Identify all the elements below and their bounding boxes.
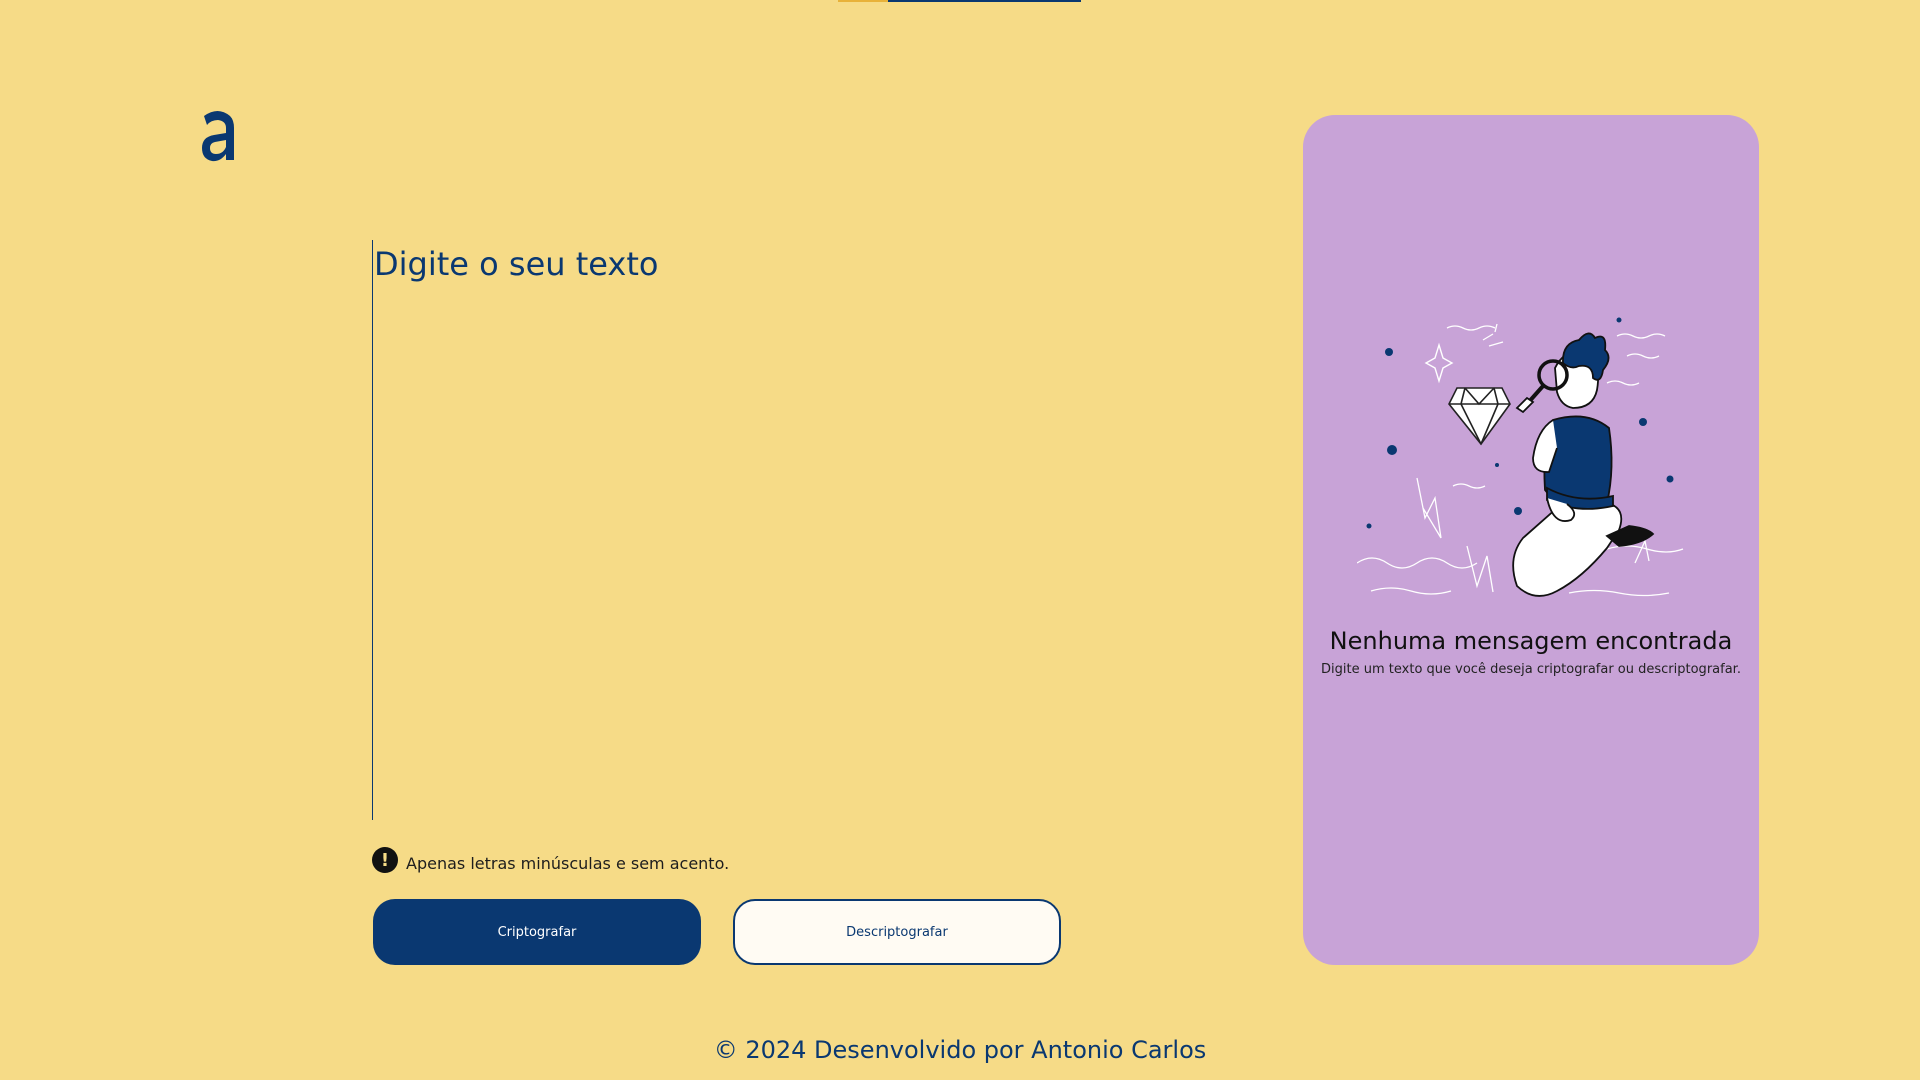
output-panel: Nenhuma mensagem encontrada Digite um te… (1303, 115, 1759, 965)
exclamation-circle-icon: ! (372, 847, 398, 873)
person-magnifying-glass-illustration (1357, 317, 1684, 597)
encrypt-button[interactable]: Criptografar (373, 899, 701, 965)
alura-logo-icon (202, 111, 234, 162)
output-title: Nenhuma mensagem encontrada (1329, 627, 1733, 655)
top-strip-accent (838, 0, 888, 2)
output-subtitle: Digite um texto que você deseja criptogr… (1321, 662, 1741, 677)
hint-text: Apenas letras minúsculas e sem acento. (406, 853, 730, 873)
footer-credits: © 2024 Desenvolvido por Antonio Carlos (713, 1036, 1207, 1064)
decrypt-button[interactable]: Descriptografar (733, 899, 1061, 965)
message-input[interactable] (372, 240, 1064, 820)
top-strip-bar (888, 0, 1081, 2)
input-hint: ! Apenas letras minúsculas e sem acento. (372, 847, 730, 876)
page: ! Apenas letras minúsculas e sem acento.… (0, 0, 1920, 1080)
